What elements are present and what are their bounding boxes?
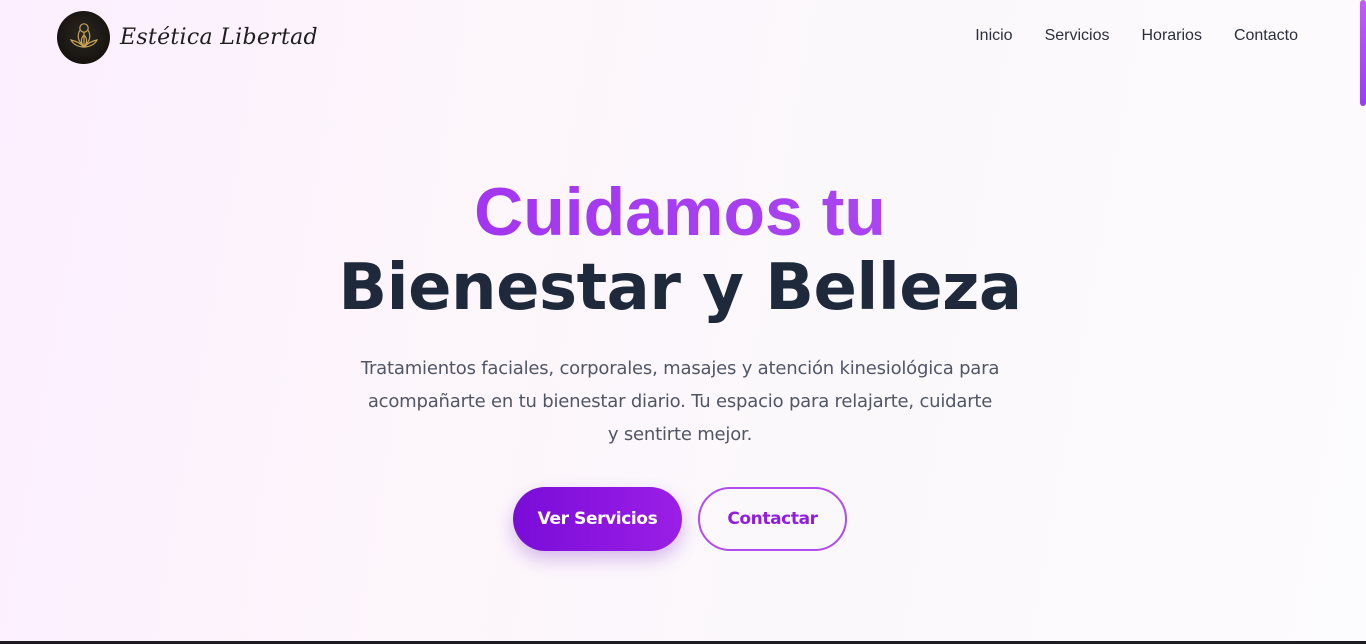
- hero-buttons: Ver Servicios Contactar: [0, 487, 1360, 551]
- headline-accent: Cuidamos tu: [0, 170, 1360, 254]
- scrollbar-thumb[interactable]: [1360, 0, 1366, 106]
- page-scrollbar[interactable]: [1360, 0, 1366, 644]
- nav-link-contacto[interactable]: Contacto: [1234, 27, 1298, 45]
- brand-name: Estética Libertad: [120, 24, 318, 50]
- nav-link-inicio[interactable]: Inicio: [975, 27, 1012, 45]
- lotus-woman-logo-icon: [57, 10, 110, 64]
- hero-section: Cuidamos tu Bienestar y Belleza Tratamie…: [0, 170, 1360, 551]
- hero-subtitle: Tratamientos faciales, corporales, masaj…: [360, 358, 1000, 445]
- contactar-button[interactable]: Contactar: [698, 487, 847, 551]
- ver-servicios-button[interactable]: Ver Servicios: [513, 487, 682, 551]
- nav-link-servicios[interactable]: Servicios: [1045, 27, 1110, 45]
- site-header: Estética Libertad Inicio Servicios Horar…: [0, 0, 1360, 72]
- headline-main: Bienestar y Belleza: [338, 251, 1022, 325]
- hero-headline: Cuidamos tu Bienestar y Belleza: [0, 170, 1360, 322]
- nav-link-horarios[interactable]: Horarios: [1141, 27, 1201, 45]
- brand-link[interactable]: Estética Libertad: [57, 10, 318, 64]
- main-nav: Inicio Servicios Horarios Contacto: [975, 27, 1298, 45]
